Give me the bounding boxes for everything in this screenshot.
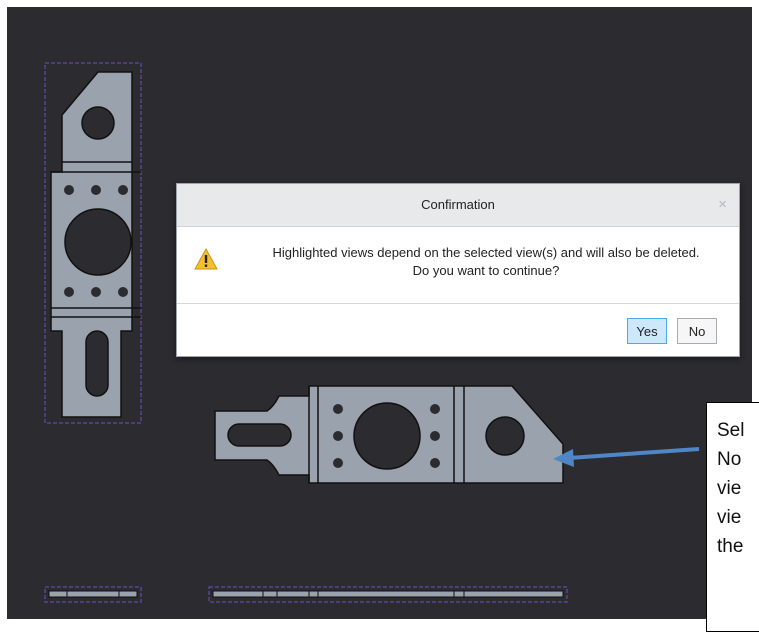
front-view[interactable]	[214, 385, 564, 484]
front-view-slot	[227, 423, 292, 447]
front-view-hole	[353, 402, 421, 470]
dialog-message: Highlighted views depend on the selected…	[233, 244, 739, 280]
dialog-message-line2: Do you want to continue?	[412, 263, 560, 278]
dialog-button-row: Yes No	[177, 304, 739, 358]
dialog-message-line1: Highlighted views depend on the selected…	[272, 245, 700, 260]
bottom-left-view[interactable]	[44, 586, 142, 603]
callout-arrow	[553, 447, 700, 467]
dialog-title: Confirmation	[421, 197, 495, 212]
close-icon[interactable]: ×	[718, 184, 727, 226]
bottom-right-view[interactable]	[208, 586, 568, 603]
side-view-slot	[85, 330, 109, 397]
warning-icon	[194, 248, 218, 270]
confirmation-dialog: Confirmation × Highlighted views depend …	[176, 183, 740, 357]
callout-text: Sel No vie vie the	[717, 420, 745, 557]
callout-box: Sel No vie vie the	[706, 402, 759, 632]
no-button[interactable]: No	[677, 318, 717, 344]
side-view-hole	[81, 106, 115, 140]
side-view[interactable]	[44, 62, 142, 424]
dialog-body: Highlighted views depend on the selected…	[177, 227, 739, 304]
yes-button[interactable]: Yes	[627, 318, 667, 344]
dialog-titlebar[interactable]: Confirmation ×	[177, 184, 739, 227]
